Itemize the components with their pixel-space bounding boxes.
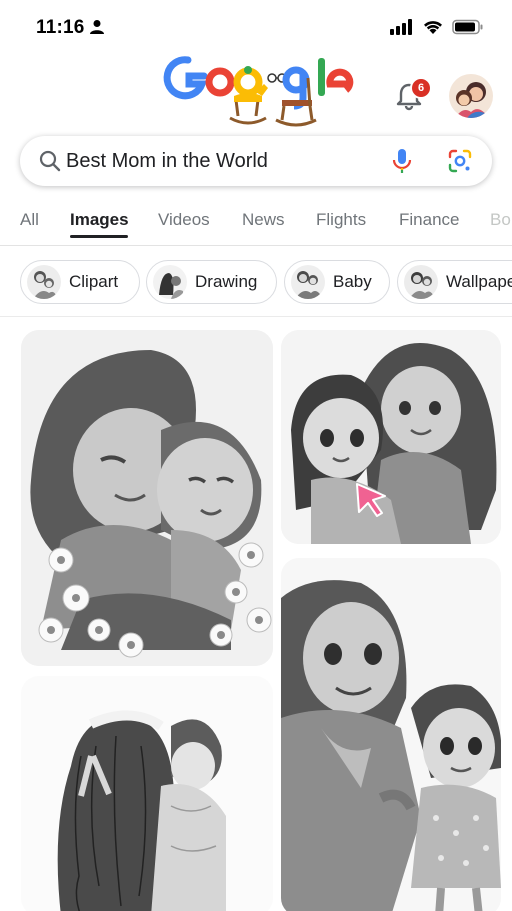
status-icons [390,19,484,35]
google-doodle-logo[interactable] [158,48,354,134]
image-result[interactable] [21,676,273,911]
person-icon [90,20,104,34]
chip-label: Wallpape [446,272,512,291]
tab-flights[interactable]: Flights [316,210,366,230]
tab-finance[interactable]: Finance [399,210,459,230]
chip-thumbnail [291,265,325,299]
search-input[interactable]: Best Mom in the World [66,150,268,173]
active-tab-indicator [70,235,128,238]
filter-chips: Clipart Drawing Baby Wallpape [0,258,512,306]
search-icon [39,150,61,172]
image-result[interactable] [281,330,501,544]
tab-images[interactable]: Images [70,210,129,230]
divider [0,316,512,317]
header: 6 [0,44,512,134]
signal-icon [390,19,412,35]
chip-baby[interactable]: Baby [284,260,390,304]
notification-badge: 6 [410,77,432,99]
chip-label: Baby [333,272,372,291]
battery-icon [452,19,483,35]
chip-thumbnail [153,265,187,299]
tab-books[interactable]: Bo [490,210,511,230]
chip-label: Drawing [195,272,258,291]
chip-wallpaper[interactable]: Wallpape [397,260,512,304]
search-box[interactable]: Best Mom in the World [20,136,492,186]
avatar[interactable] [449,74,493,118]
image-result[interactable] [281,558,501,911]
tab-news[interactable]: News [242,210,285,230]
status-time: 11:16 [36,17,85,38]
chip-thumbnail [404,265,438,299]
chip-thumbnail [27,265,61,299]
tab-all[interactable]: All [20,210,39,230]
microphone-icon[interactable] [391,147,413,175]
search-tabs: All Images Videos News Flights Finance B… [0,200,512,246]
image-result[interactable] [21,330,273,666]
tab-videos[interactable]: Videos [158,210,210,230]
chip-label: Clipart [69,272,119,291]
chip-drawing[interactable]: Drawing [146,260,277,304]
chip-clipart[interactable]: Clipart [20,260,140,304]
wifi-icon [424,21,442,34]
google-lens-icon[interactable] [447,148,473,174]
mouse-cursor-icon [356,483,386,517]
